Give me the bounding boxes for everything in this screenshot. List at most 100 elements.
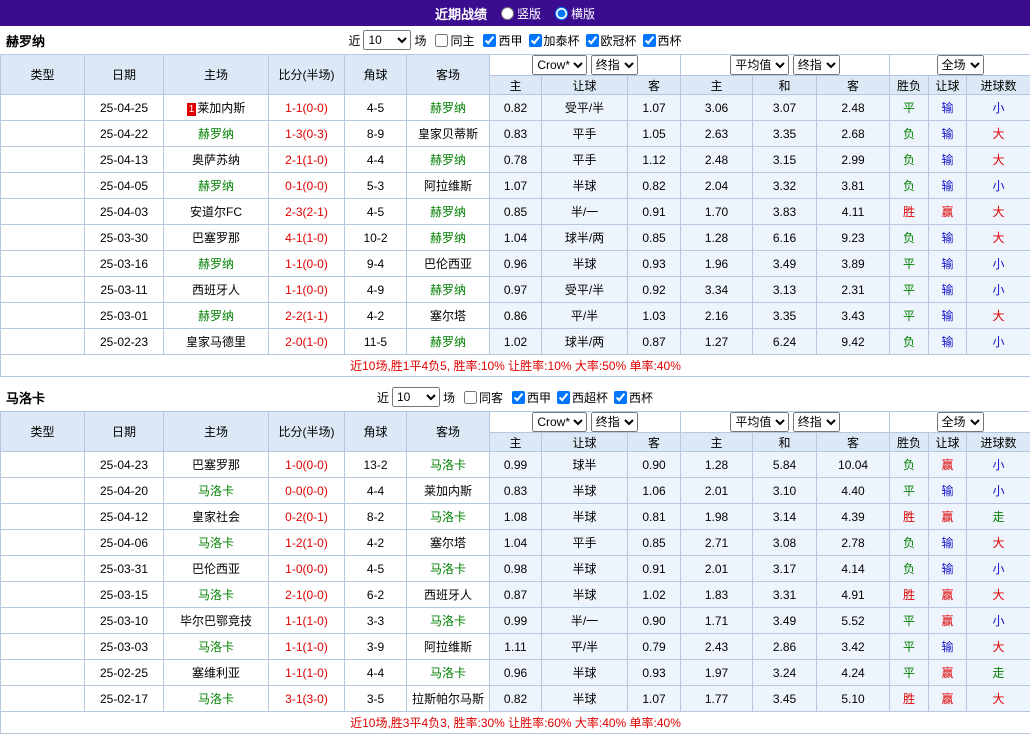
home-team-cell[interactable]: 马洛卡 bbox=[163, 685, 269, 712]
home-team-name[interactable]: 皇家社会 bbox=[192, 510, 240, 524]
away-team-name[interactable]: 赫罗纳 bbox=[430, 335, 466, 349]
score-cell[interactable]: 1-1(1-0) bbox=[268, 607, 345, 634]
away-team-cell[interactable]: 马洛卡 bbox=[406, 503, 490, 530]
away-team-cell[interactable]: 赫罗纳 bbox=[406, 276, 490, 303]
home-team-name[interactable]: 赫罗纳 bbox=[198, 257, 234, 271]
league-checkbox-option[interactable]: 加泰杯 bbox=[528, 32, 580, 49]
away-team-cell[interactable]: 马洛卡 bbox=[406, 607, 490, 634]
same-venue-option[interactable]: 同客 bbox=[463, 389, 503, 406]
league-checkbox[interactable] bbox=[585, 33, 599, 47]
scope-select[interactable]: 全场 bbox=[936, 412, 984, 432]
home-team-name[interactable]: 皇家马德里 bbox=[186, 335, 246, 349]
away-team-name[interactable]: 马洛卡 bbox=[430, 666, 466, 680]
odds-stage-select[interactable]: 终指 bbox=[590, 412, 638, 432]
home-team-name[interactable]: 马洛卡 bbox=[198, 640, 234, 654]
away-team-name[interactable]: 赫罗纳 bbox=[430, 283, 466, 297]
away-team-cell[interactable]: 马洛卡 bbox=[406, 451, 490, 478]
home-team-name[interactable]: 塞维利亚 bbox=[192, 666, 240, 680]
home-team-cell[interactable]: 巴伦西亚 bbox=[163, 555, 269, 582]
vertical-layout-radio[interactable] bbox=[500, 6, 514, 20]
away-team-name[interactable]: 赫罗纳 bbox=[430, 101, 466, 115]
home-team-name[interactable]: 西班牙人 bbox=[192, 283, 240, 297]
score-cell[interactable]: 1-3(0-3) bbox=[268, 120, 345, 147]
score-cell[interactable]: 0-2(0-1) bbox=[268, 503, 345, 530]
away-team-cell[interactable]: 拉斯帕尔马斯 bbox=[406, 685, 490, 712]
avg-source-select[interactable]: 平均值 bbox=[730, 55, 790, 75]
home-team-cell[interactable]: 赫罗纳 bbox=[163, 172, 269, 199]
away-team-cell[interactable]: 塞尔塔 bbox=[406, 529, 490, 556]
away-team-name[interactable]: 皇家贝蒂斯 bbox=[418, 127, 478, 141]
away-team-name[interactable]: 塞尔塔 bbox=[430, 536, 466, 550]
score-cell[interactable]: 1-0(0-0) bbox=[268, 555, 345, 582]
away-team-name[interactable]: 马洛卡 bbox=[430, 614, 466, 628]
away-team-cell[interactable]: 阿拉维斯 bbox=[406, 172, 490, 199]
league-checkbox-option[interactable]: 欧冠杯 bbox=[585, 32, 637, 49]
score-cell[interactable]: 2-0(1-0) bbox=[268, 328, 345, 355]
avg-stage-select[interactable]: 终指 bbox=[792, 55, 840, 75]
score-cell[interactable]: 1-0(0-0) bbox=[268, 451, 345, 478]
home-team-name[interactable]: 毕尔巴鄂竞技 bbox=[180, 614, 252, 628]
league-checkbox[interactable] bbox=[642, 33, 656, 47]
home-team-name[interactable]: 莱加内斯 bbox=[197, 101, 245, 115]
score-cell[interactable]: 2-1(1-0) bbox=[268, 146, 345, 173]
score-cell[interactable]: 0-0(0-0) bbox=[268, 477, 345, 504]
away-team-cell[interactable]: 马洛卡 bbox=[406, 659, 490, 686]
home-team-cell[interactable]: 巴塞罗那 bbox=[163, 224, 269, 251]
league-checkbox[interactable] bbox=[557, 390, 571, 404]
home-team-cell[interactable]: 塞维利亚 bbox=[163, 659, 269, 686]
score-cell[interactable]: 0-1(0-0) bbox=[268, 172, 345, 199]
avg-source-select[interactable]: 平均值 bbox=[730, 412, 790, 432]
home-team-cell[interactable]: 1 莱加内斯 bbox=[163, 94, 269, 121]
score-cell[interactable]: 2-1(0-0) bbox=[268, 581, 345, 608]
league-checkbox[interactable] bbox=[614, 390, 628, 404]
vertical-layout-option[interactable]: 竖版 bbox=[500, 5, 541, 22]
away-team-name[interactable]: 赫罗纳 bbox=[430, 153, 466, 167]
home-team-cell[interactable]: 皇家马德里 bbox=[163, 328, 269, 355]
away-team-cell[interactable]: 皇家贝蒂斯 bbox=[406, 120, 490, 147]
home-team-name[interactable]: 巴塞罗那 bbox=[192, 458, 240, 472]
score-cell[interactable]: 1-2(1-0) bbox=[268, 529, 345, 556]
horizontal-layout-radio[interactable] bbox=[555, 6, 568, 20]
score-cell[interactable]: 3-1(3-0) bbox=[268, 685, 345, 712]
home-team-name[interactable]: 巴塞罗那 bbox=[192, 231, 240, 245]
home-team-name[interactable]: 安道尔FC bbox=[190, 205, 242, 219]
score-cell[interactable]: 2-2(1-1) bbox=[268, 302, 345, 329]
away-team-name[interactable]: 阿拉维斯 bbox=[424, 640, 472, 654]
away-team-name[interactable]: 马洛卡 bbox=[430, 458, 466, 472]
home-team-name[interactable]: 赫罗纳 bbox=[198, 127, 234, 141]
home-team-cell[interactable]: 皇家社会 bbox=[163, 503, 269, 530]
home-team-cell[interactable]: 毕尔巴鄂竞技 bbox=[163, 607, 269, 634]
away-team-cell[interactable]: 莱加内斯 bbox=[406, 477, 490, 504]
odds-source-select[interactable]: Crow* bbox=[532, 55, 588, 75]
home-team-name[interactable]: 马洛卡 bbox=[198, 588, 234, 602]
away-team-cell[interactable]: 巴伦西亚 bbox=[406, 250, 490, 277]
avg-stage-select[interactable]: 终指 bbox=[792, 412, 840, 432]
away-team-cell[interactable]: 赫罗纳 bbox=[406, 224, 490, 251]
home-team-name[interactable]: 巴伦西亚 bbox=[192, 562, 240, 576]
score-cell[interactable]: 1-1(0-0) bbox=[268, 250, 345, 277]
home-team-cell[interactable]: 马洛卡 bbox=[163, 581, 269, 608]
score-cell[interactable]: 1-1(0-0) bbox=[268, 94, 345, 121]
home-team-cell[interactable]: 马洛卡 bbox=[163, 633, 269, 660]
league-checkbox-option[interactable]: 西甲 bbox=[483, 32, 523, 49]
home-team-name[interactable]: 马洛卡 bbox=[198, 692, 234, 706]
home-team-cell[interactable]: 赫罗纳 bbox=[163, 302, 269, 329]
score-cell[interactable]: 4-1(1-0) bbox=[268, 224, 345, 251]
home-team-cell[interactable]: 巴塞罗那 bbox=[163, 451, 269, 478]
score-cell[interactable]: 2-3(2-1) bbox=[268, 198, 345, 225]
same-venue-checkbox[interactable] bbox=[463, 390, 477, 404]
away-team-cell[interactable]: 赫罗纳 bbox=[406, 94, 490, 121]
home-team-name[interactable]: 奥萨苏纳 bbox=[192, 153, 240, 167]
league-checkbox[interactable] bbox=[512, 390, 525, 404]
home-team-cell[interactable]: 西班牙人 bbox=[163, 276, 269, 303]
away-team-name[interactable]: 西班牙人 bbox=[424, 588, 472, 602]
away-team-name[interactable]: 巴伦西亚 bbox=[424, 257, 472, 271]
away-team-cell[interactable]: 赫罗纳 bbox=[406, 198, 490, 225]
away-team-name[interactable]: 拉斯帕尔马斯 bbox=[412, 692, 484, 706]
home-team-cell[interactable]: 赫罗纳 bbox=[163, 120, 269, 147]
league-checkbox-option[interactable]: 西杯 bbox=[642, 32, 682, 49]
away-team-name[interactable]: 阿拉维斯 bbox=[424, 179, 472, 193]
away-team-cell[interactable]: 马洛卡 bbox=[406, 555, 490, 582]
league-checkbox-option[interactable]: 西超杯 bbox=[557, 389, 608, 406]
home-team-cell[interactable]: 安道尔FC bbox=[163, 198, 269, 225]
